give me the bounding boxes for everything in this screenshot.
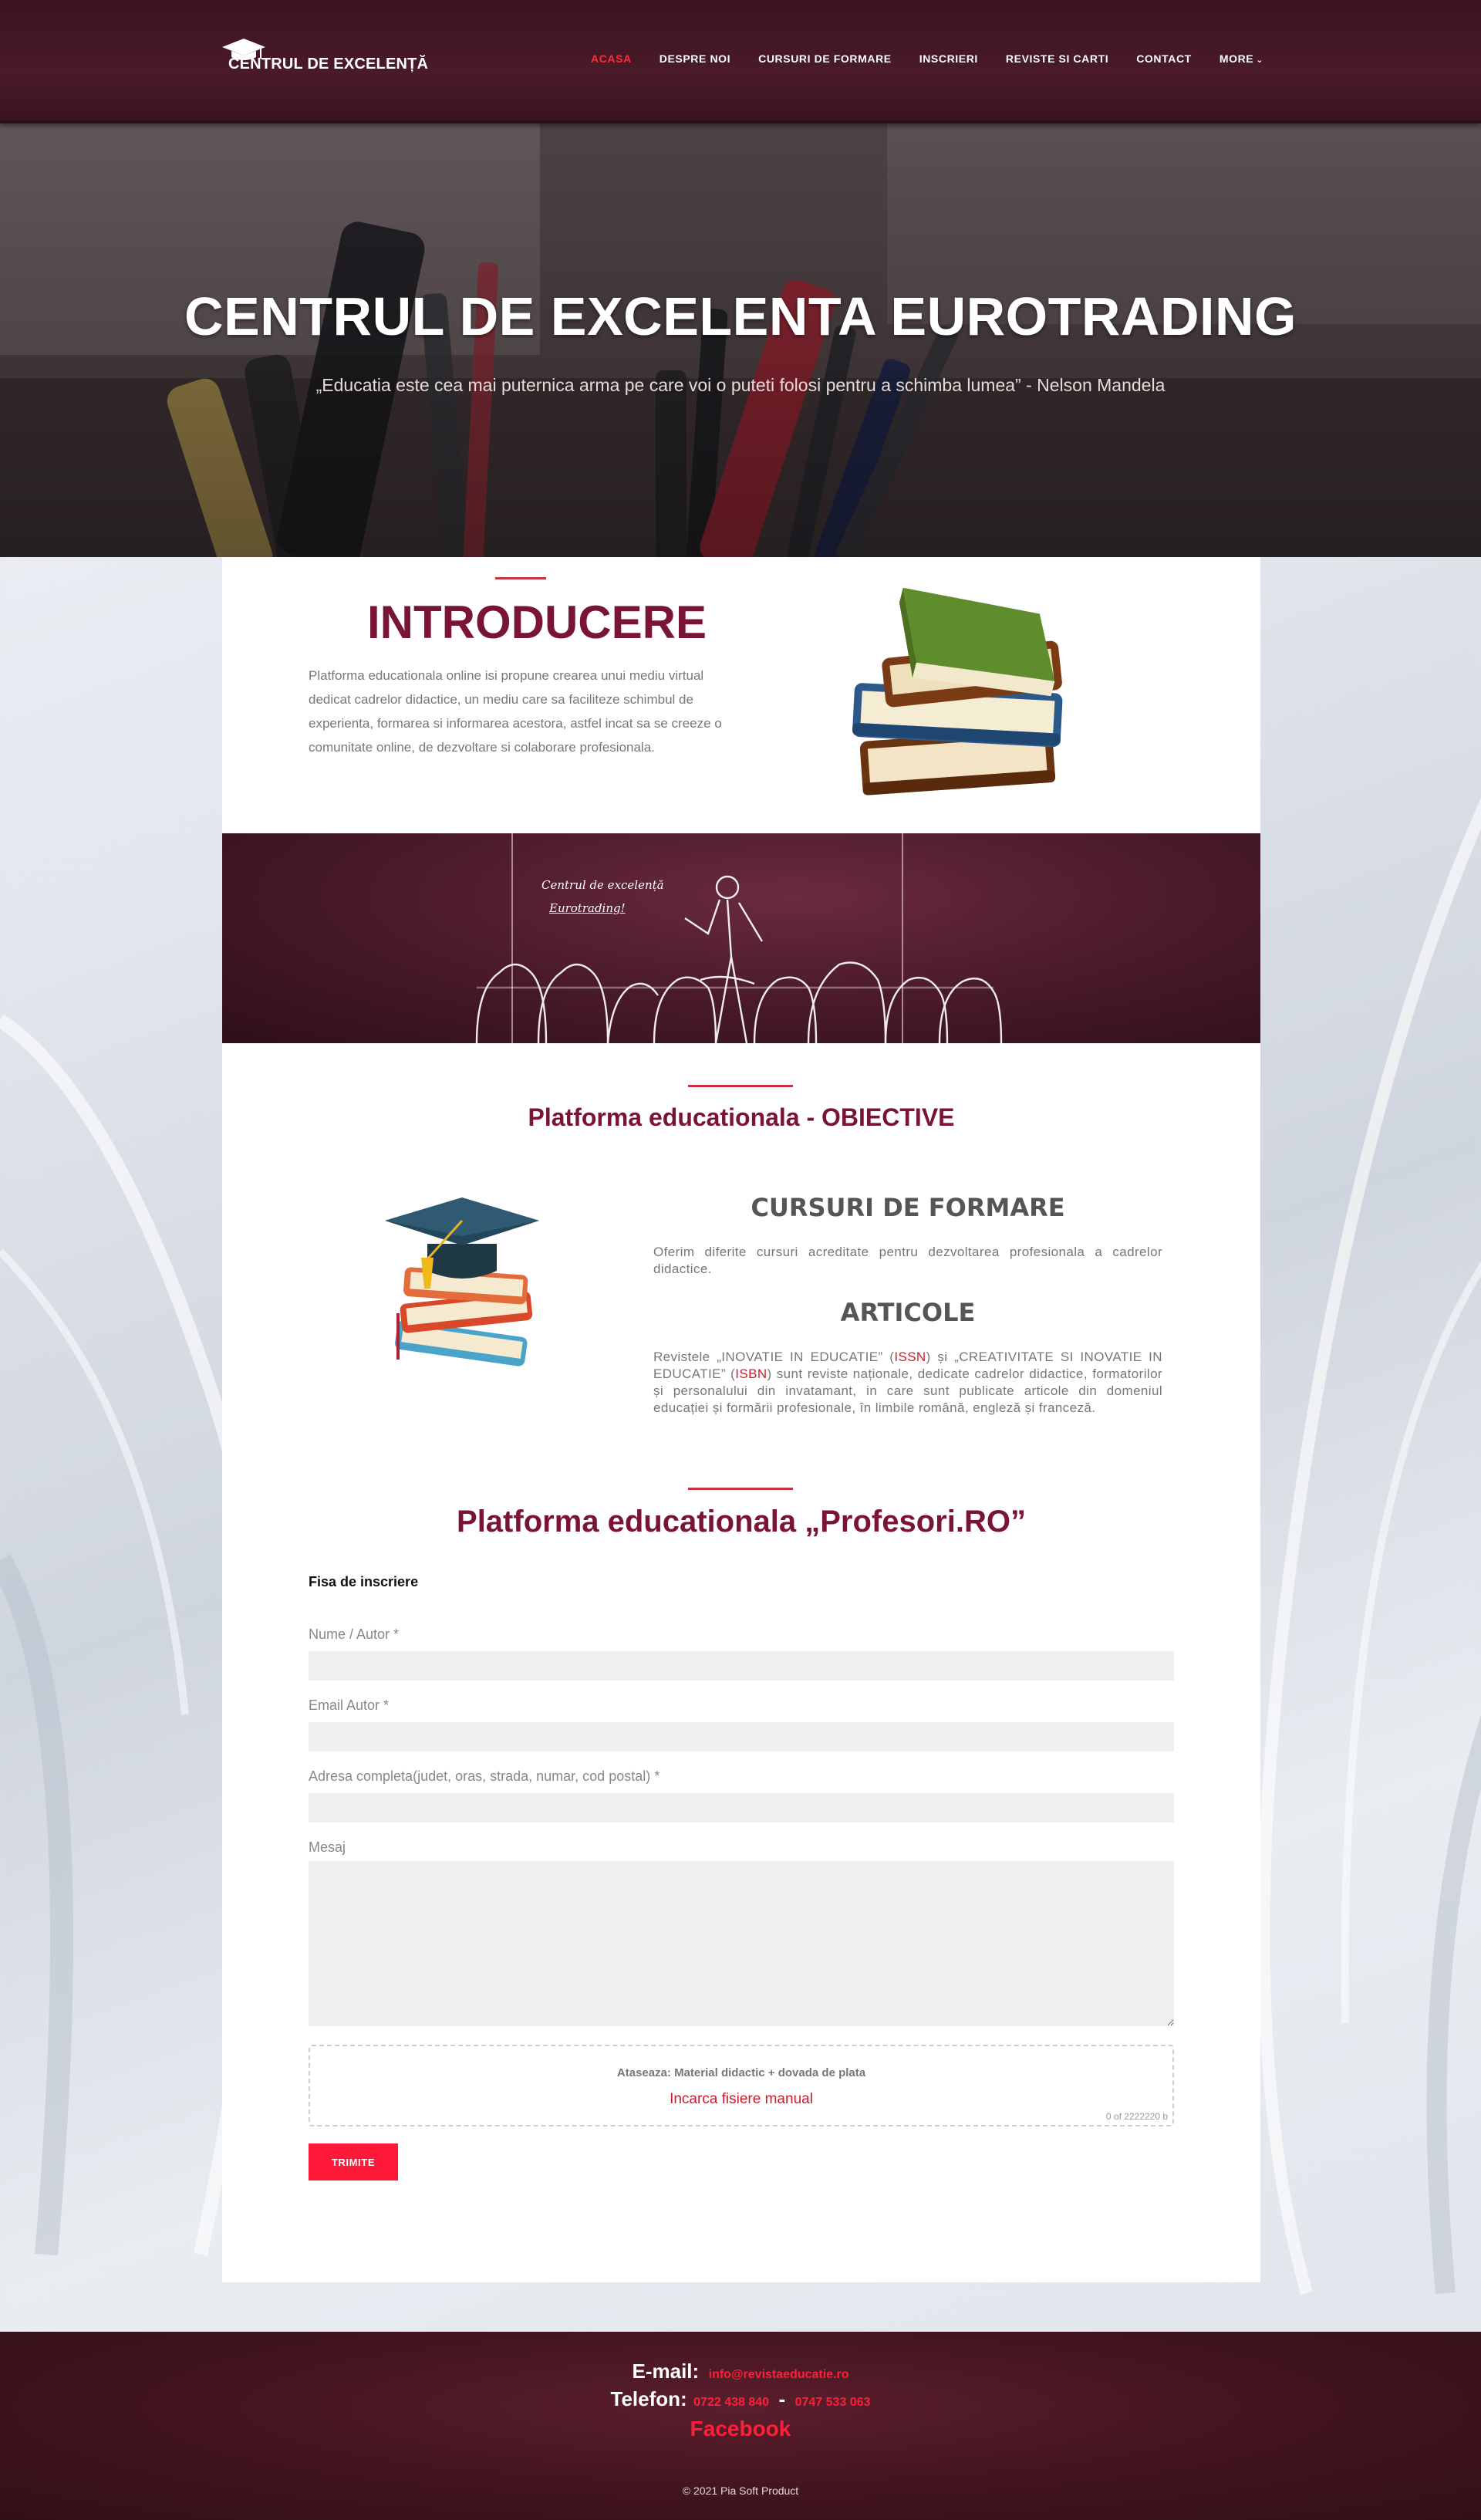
footer-email-link[interactable]: info@revistaeducatie.ro [709, 2368, 849, 2381]
footer-phone-2[interactable]: 0747 533 063 [795, 2396, 871, 2409]
email-field[interactable] [309, 1722, 1174, 1752]
form-section-title: Platforma educationala „Profesori.RO” [457, 1505, 1026, 1539]
site-header: CENTRUL DE EXCELENȚĂ ACASA DESPRE NOI CU… [0, 0, 1481, 123]
background-swirl-right [1260, 797, 1481, 2295]
courses-text: Oferim diferite cursuri acreditate pentr… [653, 1245, 1162, 1276]
footer-facebook-line: Facebook [0, 2417, 1481, 2441]
banner-chalk-text: Centrul de excelență Eurotrading! [541, 873, 664, 920]
footer-phone-label: Telefon: [610, 2387, 687, 2410]
hero-quote: „Educatia este cea mai puternica arma pe… [315, 375, 1166, 395]
intro-accent-line [495, 577, 546, 579]
hero-title: CENTRUL DE EXCELENTA EUROTRADING [184, 286, 1297, 346]
graduation-cap-books-image [385, 1198, 539, 1366]
nav-item-more[interactable]: MORE ⌄ [1220, 52, 1263, 65]
name-label: Nume / Autor * [309, 1627, 400, 1642]
site-logo[interactable]: CENTRUL DE EXCELENȚĂ [222, 39, 428, 79]
upload-files-link[interactable]: Incarca fisiere manual [310, 2091, 1172, 2108]
file-upload-dropzone[interactable]: Ataseaza: Material didactic + dovada de … [309, 2045, 1174, 2126]
upload-size-counter: 0 of 2222220 b [1105, 2111, 1168, 2122]
isbn-link[interactable]: ISBN [735, 1366, 767, 1381]
issn-link[interactable]: ISSN [894, 1350, 926, 1364]
main-navigation: ACASA DESPRE NOI CURSURI DE FORMARE INSC… [591, 52, 1291, 65]
objectives-accent-line [688, 1085, 793, 1087]
chalkboard-banner: Centrul de excelență Eurotrading! [222, 833, 1260, 1043]
footer-facebook-link[interactable]: Facebook [690, 2417, 791, 2441]
nav-item-cursuri-de-formare[interactable]: CURSURI DE FORMARE [758, 52, 892, 65]
main-content: INTRODUCERE Platforma educationala onlin… [222, 557, 1260, 2282]
footer-phone-line: Telefon: 0722 438 840 - 0747 533 063 [0, 2387, 1481, 2411]
courses-title: CURSURI DE FORMARE [751, 1193, 1065, 1222]
banner-text-line1: Centrul de excelență [541, 878, 664, 892]
footer-email-label: E-mail: [632, 2360, 700, 2383]
banner-text-line2: Eurotrading! [549, 901, 626, 915]
submit-button[interactable]: TRIMITE [309, 2143, 398, 2181]
footer-email-line: E-mail: info@revistaeducatie.ro [0, 2360, 1481, 2383]
site-footer: E-mail: info@revistaeducatie.ro Telefon:… [0, 2332, 1481, 2520]
form-heading: Fisa de inscriere [309, 1574, 419, 1589]
objectives-title: Platforma educationala - OBIECTIVE [528, 1103, 955, 1131]
intro-text: Platforma educationala online isi propun… [309, 668, 722, 755]
nav-item-contact[interactable]: CONTACT [1136, 52, 1192, 65]
chalkboard-teacher-illustration [475, 833, 1003, 1043]
hero-section: CENTRUL DE EXCELENTA EUROTRADING „Educat… [0, 123, 1481, 557]
books-stack-image [852, 588, 1063, 796]
nav-item-more-label: MORE [1219, 52, 1254, 65]
logo-text: CENTRUL DE EXCELENȚĂ [228, 56, 429, 73]
address-field[interactable] [309, 1793, 1174, 1822]
email-label: Email Autor * [309, 1697, 390, 1713]
nav-item-reviste-si-carti[interactable]: REVISTE SI CARTI [1006, 52, 1108, 65]
address-label: Adresa completa(judet, oras, strada, num… [309, 1768, 660, 1784]
message-label: Mesaj [309, 1839, 346, 1855]
background-swirl-left [0, 1014, 231, 2256]
footer-copyright: © 2021 Pia Soft Product [682, 2485, 799, 2497]
articles-title: ARTICOLE [840, 1298, 976, 1327]
message-field[interactable] [309, 1861, 1174, 2026]
chevron-down-icon: ⌄ [1256, 56, 1264, 65]
form-accent-line [688, 1488, 793, 1490]
footer-phone-1[interactable]: 0722 438 840 [693, 2396, 769, 2409]
articles-text: Revistele „INOVATIE IN EDUCATIE” (ISSN) … [653, 1349, 1162, 1417]
articles-text-part1: Revistele „INOVATIE IN EDUCATIE” ( [653, 1350, 895, 1364]
nav-item-despre-noi[interactable]: DESPRE NOI [660, 52, 730, 65]
nav-item-inscrieri[interactable]: INSCRIERI [919, 52, 978, 65]
nav-item-acasa[interactable]: ACASA [591, 52, 632, 65]
name-field[interactable] [309, 1651, 1174, 1681]
upload-title: Ataseaza: Material didactic + dovada de … [616, 2066, 866, 2079]
footer-phone-separator: - [778, 2387, 786, 2410]
intro-title: INTRODUCERE [367, 596, 707, 648]
